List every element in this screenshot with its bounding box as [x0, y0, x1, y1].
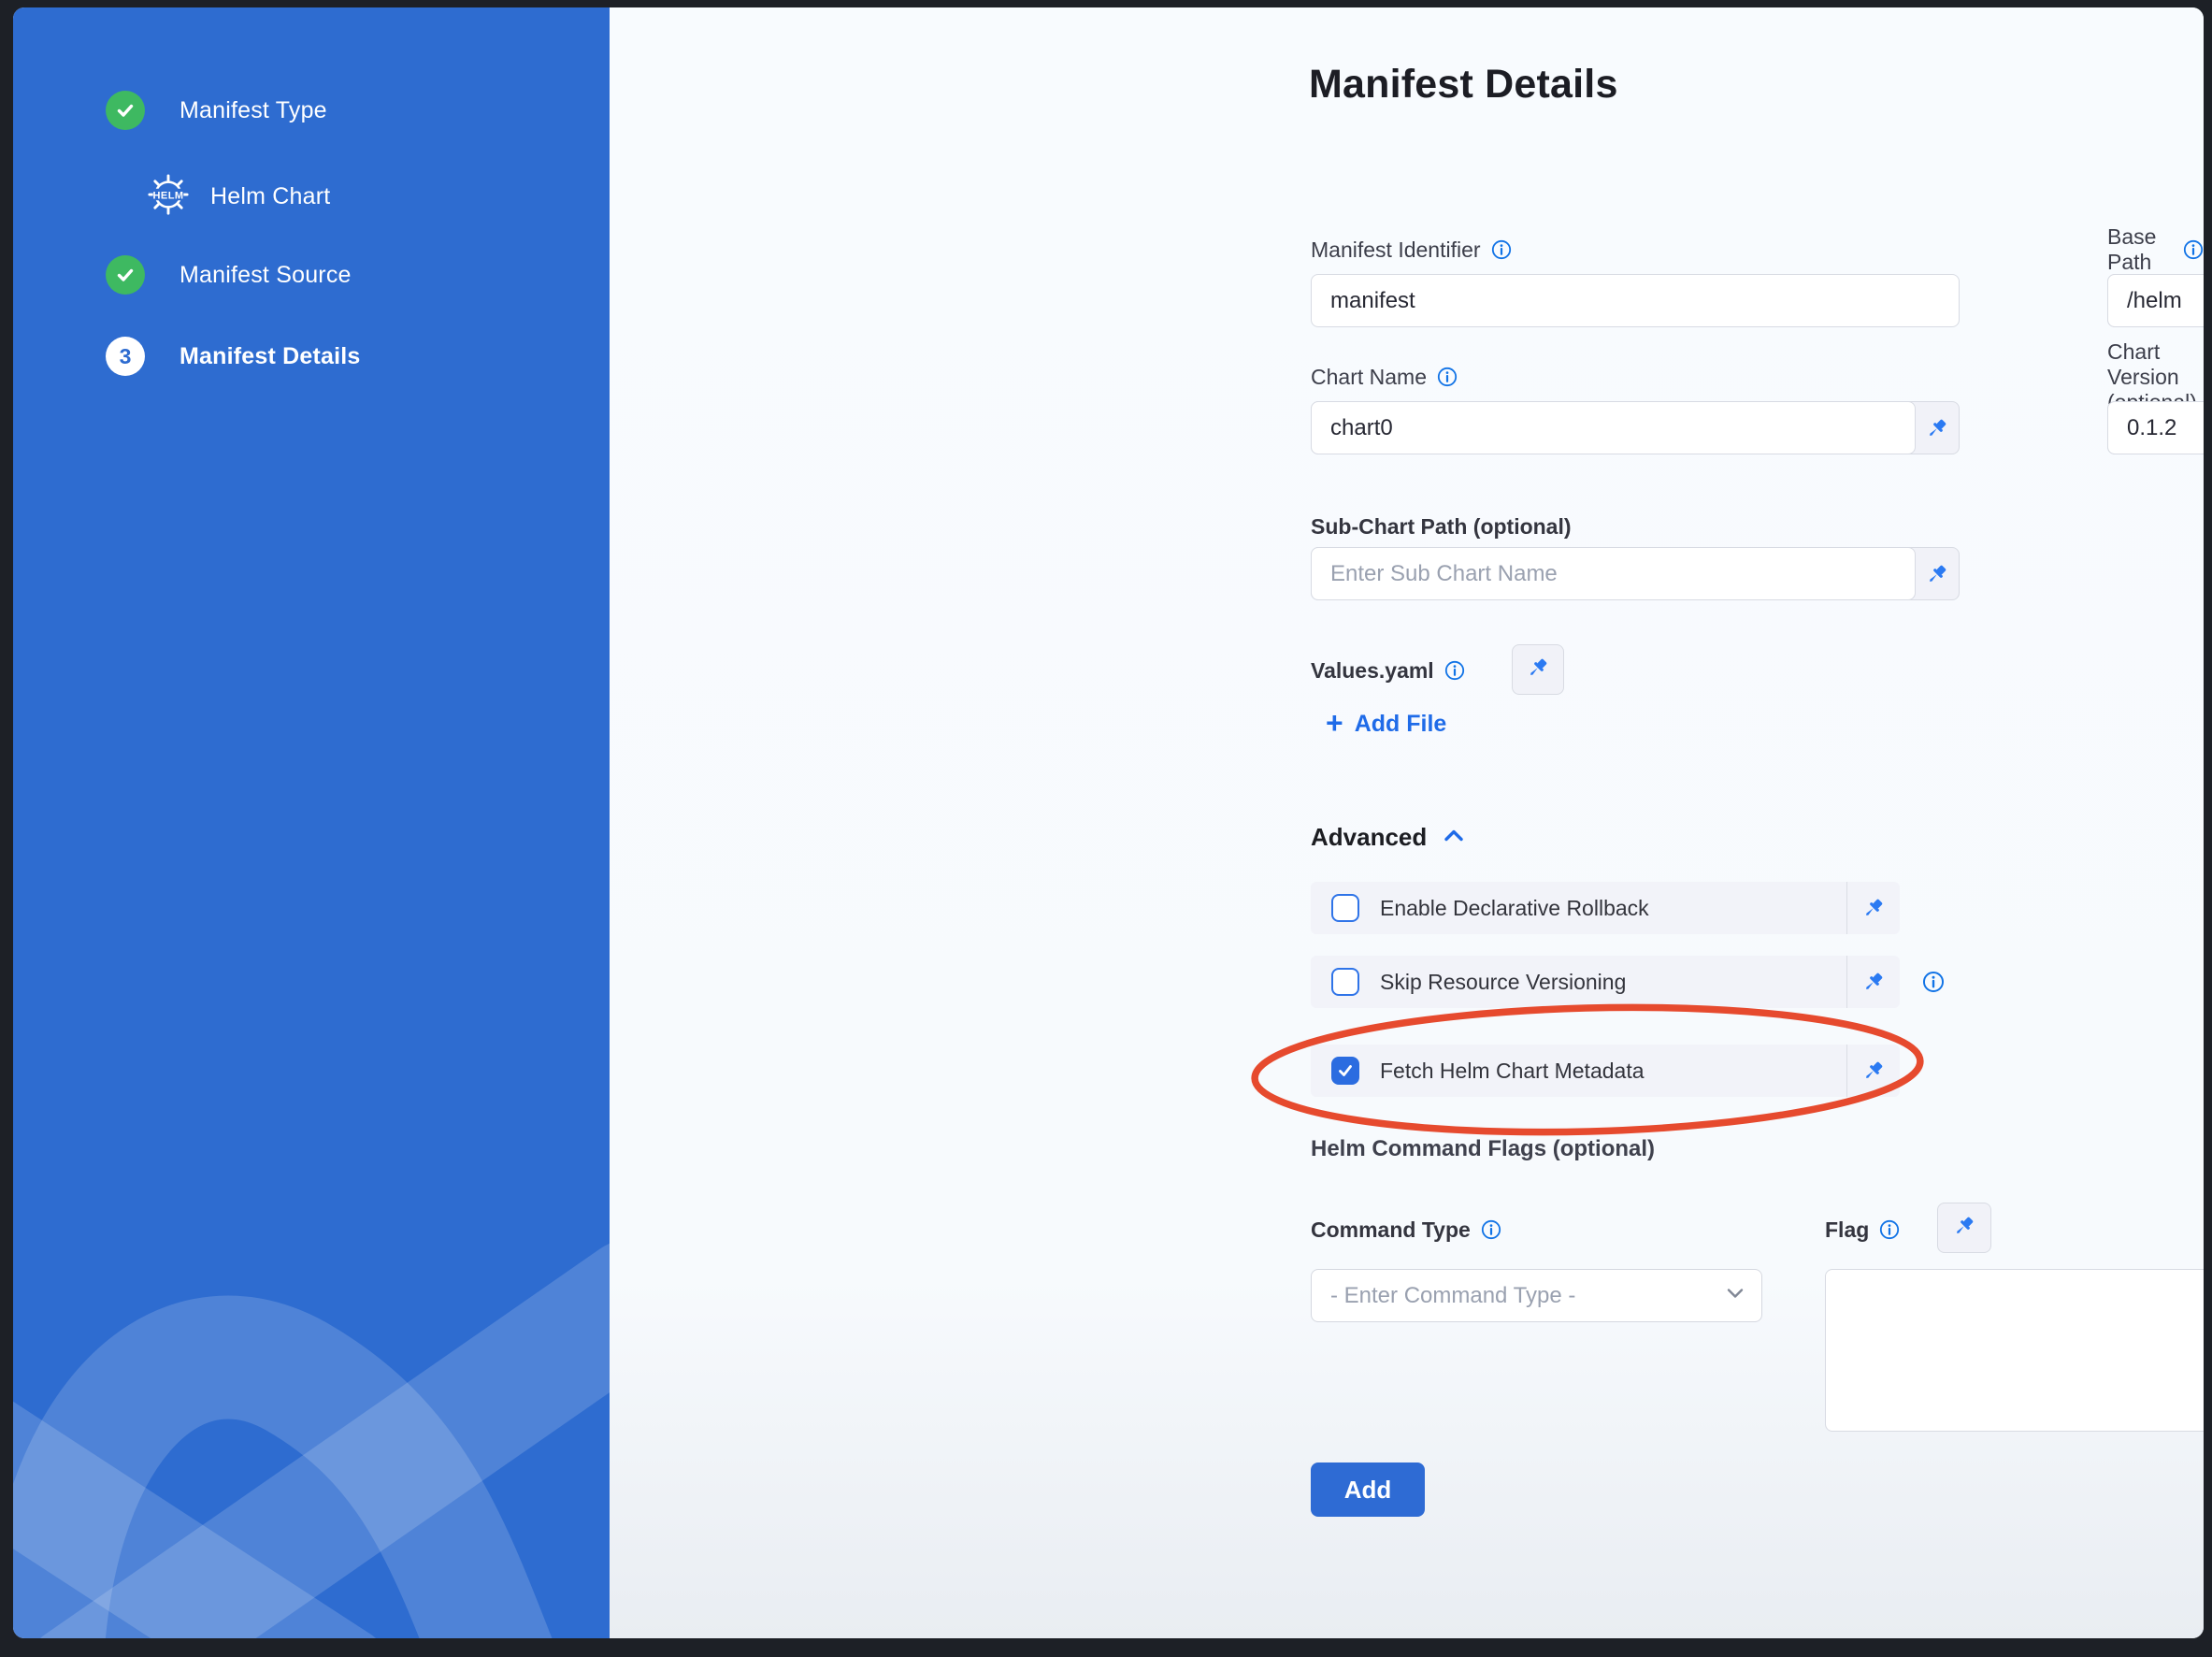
chart-name-input[interactable] — [1330, 415, 1902, 441]
chart-name-field — [1311, 401, 1960, 454]
pin-icon — [1952, 1214, 1976, 1243]
base-path-field — [2107, 274, 2204, 327]
fetch-helm-chart-metadata-row: Fetch Helm Chart Metadata — [1311, 1045, 1900, 1097]
command-type-label: Command Type — [1311, 1216, 1501, 1244]
values-yaml-pin-button[interactable] — [1512, 644, 1564, 695]
manifest-details-panel: Manifest Details Manifest Identifier Bas… — [610, 7, 2204, 1638]
harness-logo-watermark — [13, 1199, 610, 1638]
pin-icon[interactable] — [1916, 548, 1959, 599]
chevron-down-icon — [1726, 1287, 1745, 1304]
chart-version-label: Chart Version (optional) — [2107, 363, 2204, 391]
plus-icon: + — [1326, 708, 1343, 738]
skip-resource-versioning-row: Skip Resource Versioning — [1311, 956, 1900, 1008]
screen-backdrop: Manifest Type HELM — [0, 0, 2212, 1657]
sub-chart-path-field — [1311, 547, 1960, 600]
step-complete-check-icon — [106, 91, 145, 130]
enable-declarative-rollback-checkbox[interactable] — [1331, 894, 1359, 922]
chart-version-input[interactable] — [2127, 415, 2204, 441]
info-icon[interactable] — [1491, 239, 1512, 260]
chart-version-field — [2107, 401, 2204, 454]
info-icon[interactable] — [1879, 1219, 1900, 1240]
helm-wheel-icon: HELM — [147, 173, 190, 221]
info-icon[interactable] — [1922, 971, 1945, 993]
chevron-up-icon — [1442, 823, 1466, 852]
sidebar-step-manifest-details[interactable]: 3 Manifest Details — [106, 337, 361, 376]
sidebar-step-manifest-type[interactable]: Manifest Type — [106, 91, 327, 130]
enable-declarative-rollback-row: Enable Declarative Rollback — [1311, 882, 1900, 934]
sidebar-step-manifest-source[interactable]: Manifest Source — [106, 255, 352, 295]
skip-resource-versioning-checkbox[interactable] — [1331, 968, 1359, 996]
add-file-button[interactable]: + Add File — [1326, 711, 1446, 738]
pin-icon[interactable] — [1847, 1059, 1900, 1083]
sub-chart-path-label: Sub-Chart Path (optional) — [1311, 512, 1572, 540]
pin-icon — [1526, 656, 1550, 684]
sub-chart-path-input[interactable] — [1330, 561, 1902, 587]
pin-icon[interactable] — [1847, 896, 1900, 920]
helm-command-flags-label: Helm Command Flags (optional) — [1311, 1135, 1655, 1163]
values-yaml-label: Values.yaml — [1311, 656, 1465, 684]
wizard-sidebar: Manifest Type HELM — [13, 7, 610, 1638]
page-title: Manifest Details — [1309, 62, 1618, 108]
manifest-wizard-modal: Manifest Type HELM — [13, 7, 2204, 1638]
flag-textarea[interactable] — [1825, 1269, 2204, 1432]
flag-pin-button[interactable] — [1937, 1203, 1991, 1253]
base-path-label: Base Path — [2107, 236, 2204, 264]
command-type-select[interactable]: - Enter Command Type - — [1311, 1269, 1762, 1322]
fetch-helm-chart-metadata-checkbox[interactable] — [1331, 1057, 1359, 1085]
info-icon[interactable] — [1481, 1219, 1501, 1240]
step-number-badge: 3 — [106, 337, 145, 376]
info-icon[interactable] — [2183, 239, 2204, 260]
step-label: Manifest Details — [180, 343, 361, 370]
step-complete-check-icon — [106, 255, 145, 295]
sidebar-manifest-type-helm-chart[interactable]: HELM Helm Chart — [147, 173, 330, 221]
step-label: Manifest Type — [180, 97, 327, 124]
step-label: Helm Chart — [210, 183, 330, 210]
base-path-input[interactable] — [2127, 288, 2204, 314]
advanced-section-toggle[interactable]: Advanced — [1311, 823, 1466, 852]
svg-text:HELM: HELM — [152, 190, 183, 201]
add-button[interactable]: Add — [1311, 1462, 1425, 1517]
info-icon[interactable] — [1437, 367, 1458, 387]
pin-icon[interactable] — [1847, 970, 1900, 994]
manifest-identifier-input[interactable] — [1311, 274, 1960, 327]
pin-icon[interactable] — [1916, 402, 1959, 454]
chart-name-label: Chart Name — [1311, 363, 1458, 391]
manifest-identifier-label: Manifest Identifier — [1311, 236, 1512, 264]
flag-label: Flag — [1825, 1216, 1900, 1244]
info-icon[interactable] — [1444, 660, 1465, 681]
step-label: Manifest Source — [180, 262, 352, 289]
